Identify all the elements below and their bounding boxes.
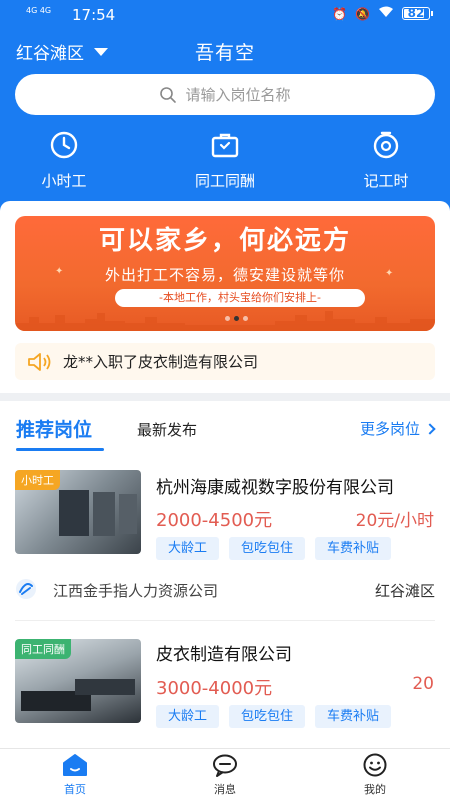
app-header: 红谷滩区 吾有空 xyxy=(0,36,450,66)
job-type-badge: 小时工 xyxy=(15,470,60,490)
smiley-icon xyxy=(363,753,387,777)
company-area: 红谷滩区 xyxy=(374,582,435,600)
stopwatch-icon xyxy=(373,131,399,159)
category-hourly[interactable]: 小时工 xyxy=(24,130,104,191)
app-title: 吾有空 xyxy=(194,42,255,64)
more-jobs-label: 更多岗位 xyxy=(359,420,420,438)
job-tag: 大龄工 xyxy=(156,705,220,728)
job-title: 杭州海康威视数字股份有限公司 xyxy=(156,478,394,498)
alarm-icon: ⏰ xyxy=(332,6,348,21)
carousel-dot[interactable] xyxy=(225,316,230,321)
job-thumbnail: 同工同酬 xyxy=(15,639,141,723)
job-salary: 3000-4000元 xyxy=(156,678,273,699)
tab-indicator xyxy=(16,448,104,451)
job-tags: 大龄工 包吃包住 车费补贴 xyxy=(156,537,392,560)
search-icon xyxy=(160,86,177,103)
status-bar: 4G 4G 17:54 ⏰ 🔕 82 xyxy=(0,0,450,30)
job-tag: 车费补贴 xyxy=(315,537,392,560)
job-card[interactable]: 同工同酬 皮衣制造有限公司 3000-4000元 20 大龄工 包吃包住 车费补… xyxy=(0,622,450,748)
job-rate: 20元/小时 xyxy=(355,511,434,531)
category-label: 同工同酬 xyxy=(194,172,255,190)
banner-headline: 可以家乡，何必远方 xyxy=(98,226,351,256)
briefcase-icon xyxy=(211,133,239,158)
job-title: 皮衣制造有限公司 xyxy=(156,645,292,665)
promo-banner[interactable]: 可以家乡，何必远方 ✦ ✦ 外出打工不容易，德安建设就等你 -本地工作，村头宝给… xyxy=(15,216,435,331)
status-time: 17:54 xyxy=(72,6,116,24)
company-row[interactable]: 江西金手指人力资源公司 红谷滩区 xyxy=(15,576,435,606)
carousel-dot[interactable] xyxy=(234,316,239,321)
job-tags: 大龄工 包吃包住 车费补贴 xyxy=(156,705,392,728)
tab-latest[interactable]: 最新发布 xyxy=(137,419,197,440)
notice-text: 龙**入职了皮衣制造有限公司 xyxy=(63,353,259,371)
battery-icon: 82 xyxy=(402,6,433,20)
wifi-icon xyxy=(378,6,394,21)
home-icon xyxy=(63,754,87,776)
company-name: 江西金手指人力资源公司 xyxy=(53,582,219,600)
company-logo xyxy=(15,578,37,600)
signal-text: 4G 4G xyxy=(26,6,52,15)
notice-bar[interactable]: 龙**入职了皮衣制造有限公司 xyxy=(15,343,435,380)
job-thumbnail: 小时工 xyxy=(15,470,141,554)
chevron-right-icon xyxy=(424,422,436,435)
job-type-badge: 同工同酬 xyxy=(15,639,71,659)
mute-icon: 🔕 xyxy=(355,6,370,21)
tab-recommended[interactable]: 推荐岗位 xyxy=(16,415,92,442)
job-tabs: 推荐岗位 最新发布 更多岗位 xyxy=(0,401,450,455)
job-tag: 车费补贴 xyxy=(315,705,392,728)
bottom-nav: 首页 消息 我的 xyxy=(0,748,450,800)
job-tag: 包吃包住 xyxy=(229,705,306,728)
carousel-dots[interactable] xyxy=(225,316,248,321)
battery-level: 82 xyxy=(407,6,425,20)
clock-icon xyxy=(50,131,78,159)
category-row: 小时工 同工同酬 记工时 xyxy=(0,130,450,195)
job-tag: 包吃包住 xyxy=(229,537,306,560)
job-tag: 大龄工 xyxy=(156,537,220,560)
divider xyxy=(15,620,435,621)
carousel-dot[interactable] xyxy=(243,316,248,321)
nav-messages[interactable]: 消息 xyxy=(185,753,265,797)
banner-pill: -本地工作，村头宝给你们安排上- xyxy=(115,289,365,307)
nav-label: 我的 xyxy=(364,783,386,796)
more-jobs-link[interactable]: 更多岗位 xyxy=(359,418,436,439)
search-placeholder: 请输入岗位名称 xyxy=(185,86,291,104)
category-timesheet[interactable]: 记工时 xyxy=(346,130,426,191)
job-rate: 20 xyxy=(412,674,434,694)
category-equal-pay[interactable]: 同工同酬 xyxy=(175,130,275,191)
speaker-icon xyxy=(28,352,51,371)
nav-label: 消息 xyxy=(214,783,236,796)
section-divider xyxy=(0,393,450,401)
status-icons: ⏰ 🔕 82 xyxy=(332,6,433,21)
search-input[interactable]: 请输入岗位名称 xyxy=(15,74,435,115)
chat-icon xyxy=(213,754,237,777)
banner-subline: 外出打工不容易，德安建设就等你 xyxy=(104,266,345,284)
category-label: 记工时 xyxy=(363,172,409,190)
category-label: 小时工 xyxy=(41,172,87,190)
nav-label: 首页 xyxy=(64,783,86,796)
nav-profile[interactable]: 我的 xyxy=(335,753,415,797)
nav-home[interactable]: 首页 xyxy=(35,753,115,797)
job-salary: 2000-4500元 xyxy=(156,510,273,531)
